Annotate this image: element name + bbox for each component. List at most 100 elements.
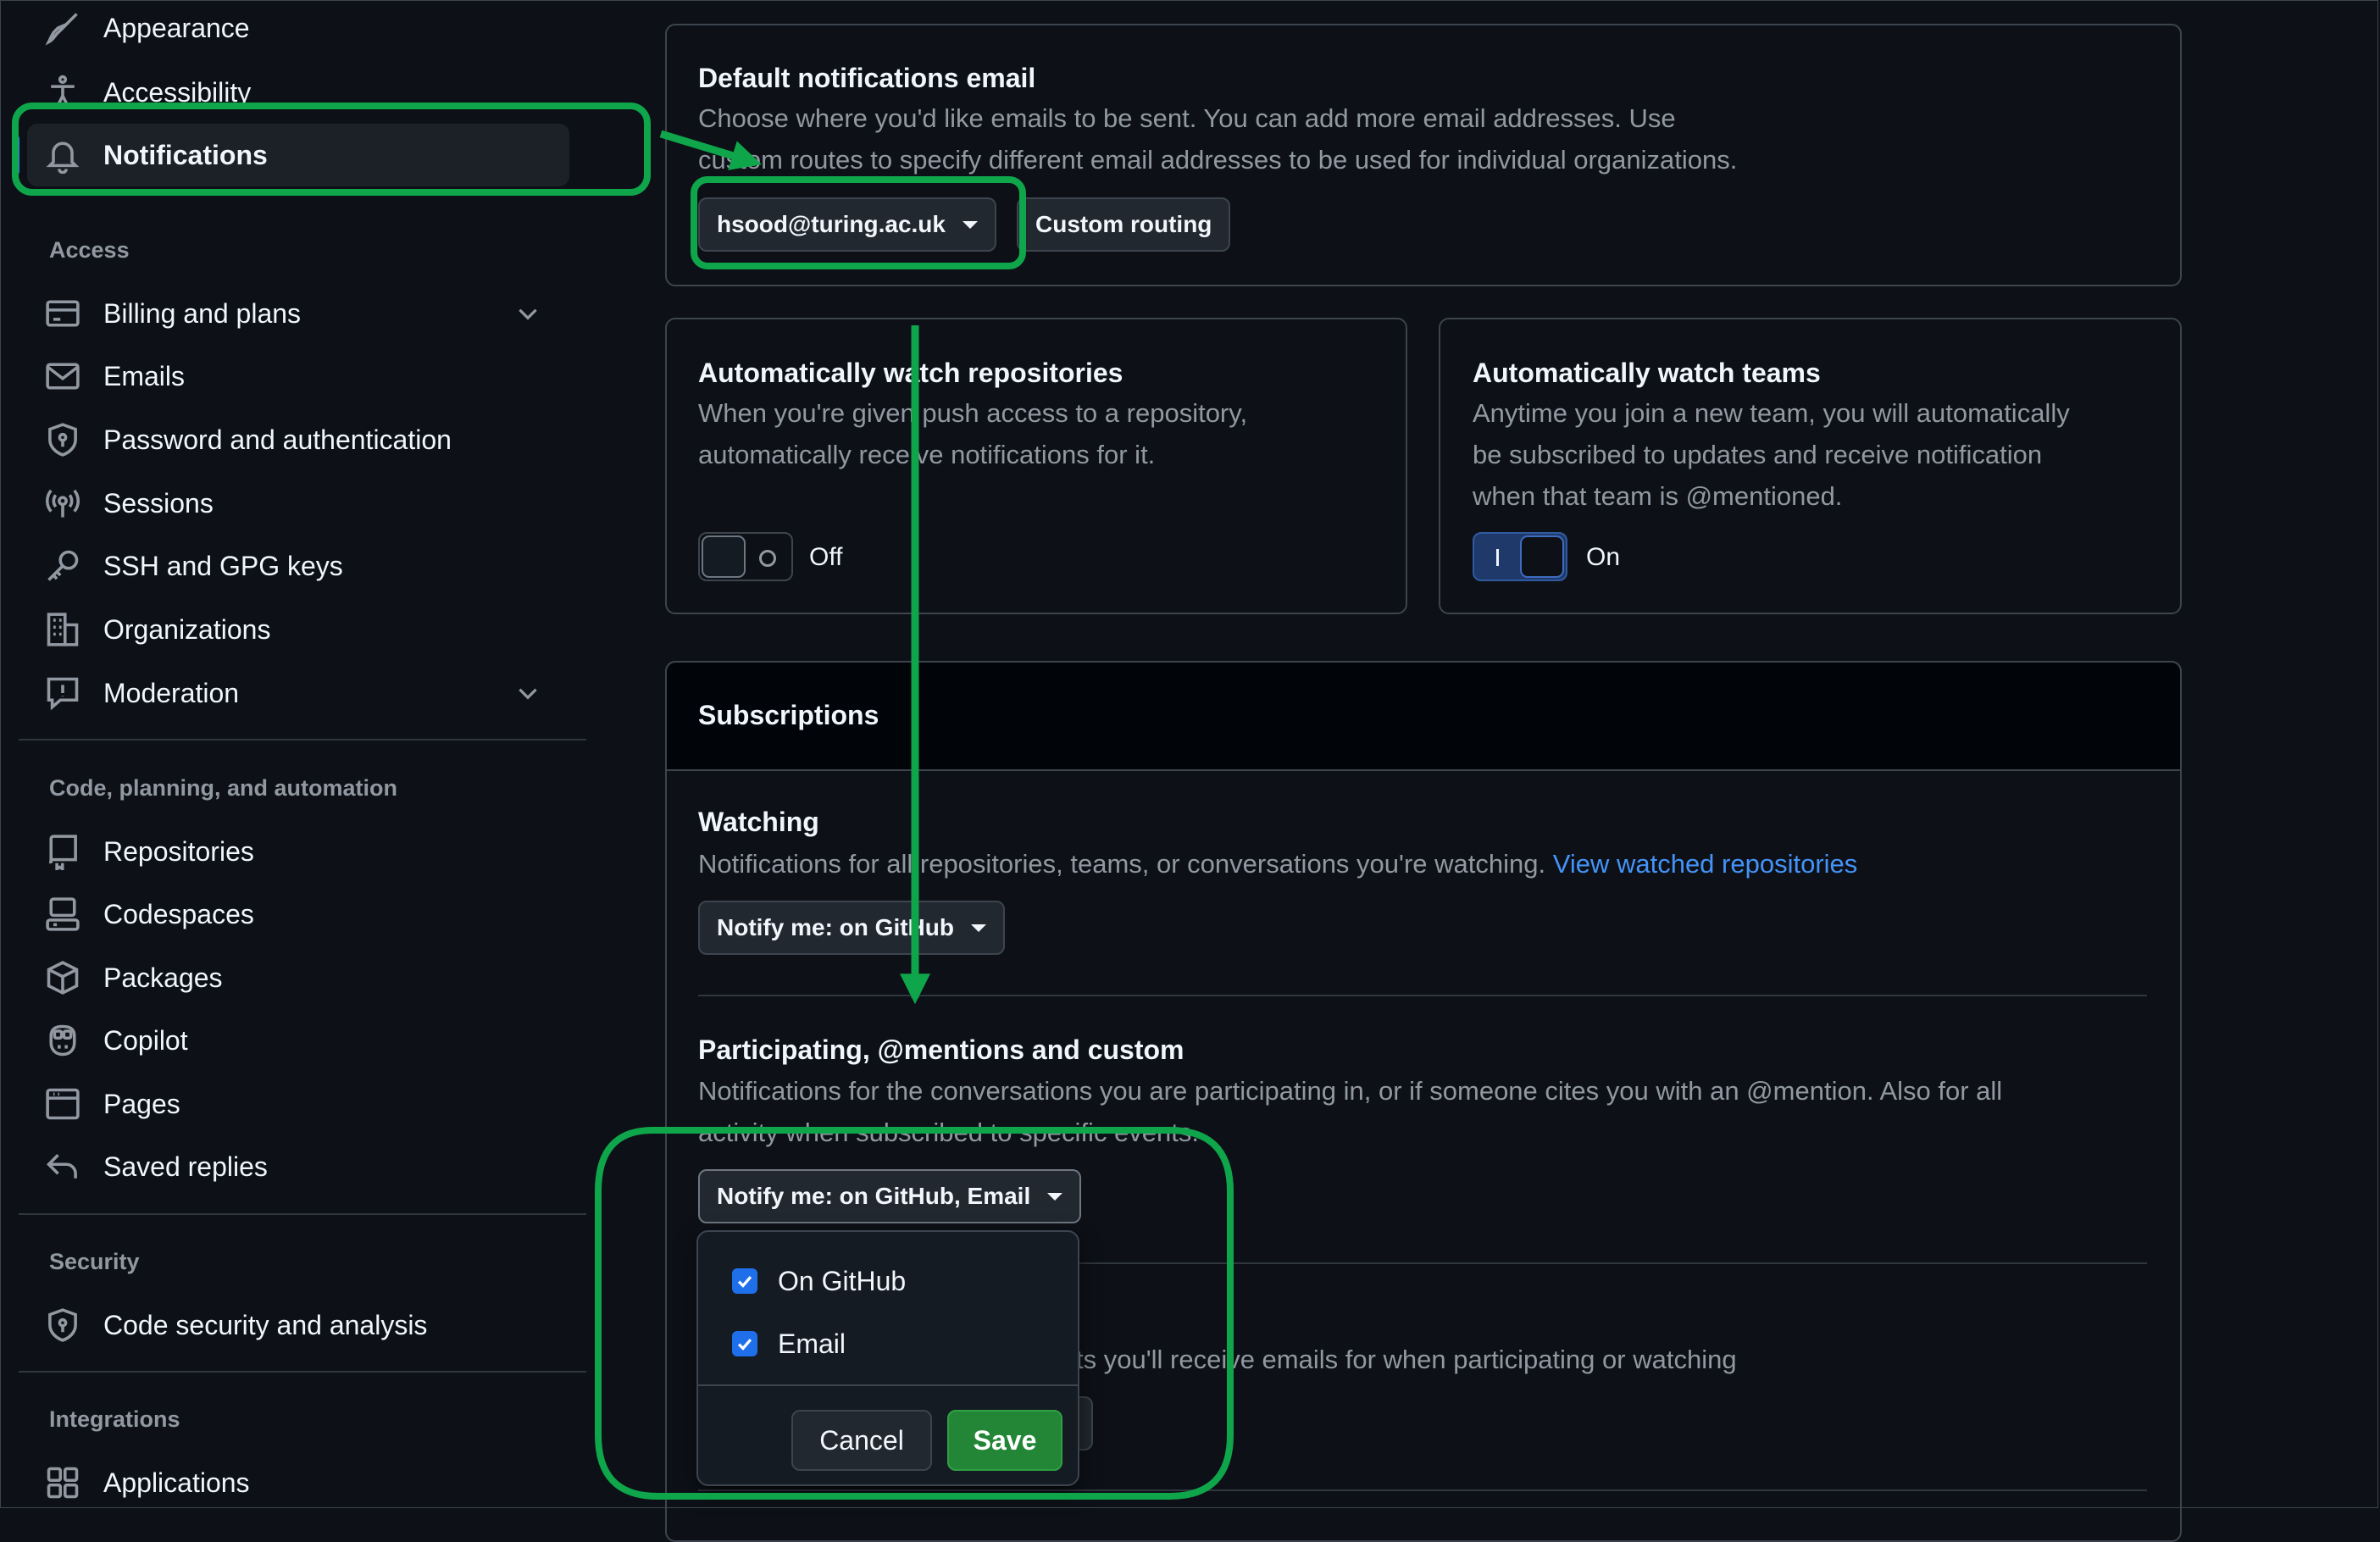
sidebar-item-label: Repositories: [103, 835, 254, 867]
sidebar-item-label: Pages: [103, 1088, 180, 1119]
sidebar-item-emails[interactable]: Emails: [27, 345, 569, 408]
cancel-button[interactable]: Cancel: [791, 1410, 932, 1471]
subscriptions-divider: [698, 1489, 2147, 1491]
default-email-description: Choose where you'd like emails to be sen…: [698, 103, 1738, 175]
watching-description: Notifications for all repositories, team…: [698, 849, 1858, 879]
watching-notify-select[interactable]: Notify me: on GitHub: [698, 901, 1005, 955]
sidebar-item-repositories[interactable]: Repositories: [27, 820, 569, 883]
sidebar-item-label: Billing and plans: [103, 297, 302, 329]
sidebar-divider: [19, 1371, 586, 1373]
sidebar-item-pages[interactable]: Pages: [27, 1073, 569, 1135]
sidebar-item-label: Sessions: [103, 487, 214, 519]
sidebar-item-packages[interactable]: Packages: [27, 946, 569, 1009]
section-heading-code: Code, planning, and automation: [49, 775, 397, 801]
shield-lock-icon: [44, 421, 81, 458]
participating-description: Notifications for the conversations you …: [698, 1076, 2003, 1147]
view-watched-repositories-link[interactable]: View watched repositories: [1553, 849, 1858, 879]
organization-icon: [44, 611, 81, 648]
sidebar-divider: [19, 1213, 586, 1215]
sidebar-item-label: Organizations: [103, 613, 271, 645]
sidebar-item-label: Applications: [103, 1467, 250, 1498]
triangle-down-icon: [962, 220, 978, 229]
sidebar-item-appearance[interactable]: Appearance: [27, 0, 569, 59]
sidebar-item-password[interactable]: Password and authentication: [27, 408, 569, 471]
section-heading-security: Security: [49, 1249, 140, 1274]
checkbox-checked-icon[interactable]: [732, 1331, 757, 1356]
section-heading-access: Access: [49, 237, 130, 263]
watching-title: Watching: [698, 807, 819, 837]
shield-check-icon: [44, 1306, 81, 1344]
sidebar-item-label: Moderation: [103, 677, 240, 708]
accessibility-icon: [44, 74, 81, 111]
section-heading-integrations: Integrations: [49, 1406, 180, 1432]
watch-repos-title: Automatically watch repositories: [698, 358, 1123, 388]
sidebar-item-label: Notifications: [103, 139, 268, 170]
subscriptions-header: [667, 663, 2180, 771]
package-icon: [44, 959, 81, 996]
sidebar-item-label: Code security and analysis: [103, 1309, 428, 1340]
sidebar-item-notifications[interactable]: Notifications: [14, 124, 569, 186]
sidebar-item-label: Codespaces: [103, 898, 254, 929]
subscriptions-title: Subscriptions: [698, 700, 879, 730]
option-on-github[interactable]: On GitHub: [732, 1262, 906, 1300]
email-events-description: ts you'll receive emails for when partic…: [1076, 1345, 1737, 1374]
sidebar-item-billing[interactable]: Billing and plans: [27, 282, 569, 345]
sidebar-item-moderation[interactable]: Moderation: [27, 662, 569, 724]
sidebar-item-label: Password and authentication: [103, 424, 452, 455]
triangle-down-icon: [1047, 1192, 1063, 1201]
option-email[interactable]: Email: [732, 1325, 846, 1362]
sidebar-item-label: Saved replies: [103, 1151, 268, 1182]
repo-icon: [44, 833, 81, 870]
checkbox-checked-icon[interactable]: [732, 1268, 757, 1294]
sidebar-item-sessions[interactable]: Sessions: [27, 472, 569, 535]
sidebar-divider: [19, 739, 586, 740]
menu-divider: [698, 1384, 1078, 1386]
chevron-down-icon[interactable]: [513, 679, 542, 707]
subscriptions-divider: [698, 995, 2147, 996]
sidebar-item-code-security[interactable]: Code security and analysis: [27, 1294, 569, 1356]
default-email-select[interactable]: hsood@turing.ac.uk: [698, 197, 996, 252]
chevron-down-icon[interactable]: [513, 299, 542, 328]
save-button[interactable]: Save: [947, 1410, 1062, 1471]
sidebar-item-organizations[interactable]: Organizations: [27, 598, 569, 661]
paintbrush-icon: [44, 9, 81, 47]
watch-repos-description: When you're given push access to a repos…: [698, 398, 1248, 469]
report-icon: [44, 674, 81, 712]
watch-teams-title: Automatically watch teams: [1473, 358, 1821, 388]
mail-icon: [44, 358, 81, 395]
watch-teams-state: On: [1586, 543, 1621, 571]
watch-teams-description: Anytime you join a new team, you will au…: [1473, 398, 2070, 511]
toggle-knob: [702, 535, 746, 578]
participating-title: Participating, @mentions and custom: [698, 1034, 1184, 1065]
triangle-down-icon: [970, 924, 986, 932]
bell-icon: [44, 136, 81, 174]
broadcast-icon: [44, 485, 81, 522]
sidebar-item-label: Appearance: [103, 12, 250, 43]
watch-teams-toggle[interactable]: [1473, 532, 1567, 581]
apps-icon: [44, 1464, 81, 1501]
sidebar-item-label: Packages: [103, 962, 223, 993]
settings-sidebar: Appearance Accessibility Notifications A…: [0, 0, 593, 1510]
sidebar-item-accessibility[interactable]: Accessibility: [27, 61, 569, 124]
notify-options-menu: On GitHub Email Cancel Save: [696, 1230, 1079, 1486]
sidebar-item-label: Emails: [103, 360, 186, 391]
sidebar-item-label: Copilot: [103, 1024, 188, 1056]
credit-card-icon: [44, 295, 81, 332]
copilot-icon: [44, 1022, 81, 1059]
codespaces-icon: [44, 896, 81, 933]
sidebar-item-applications[interactable]: Applications: [27, 1451, 569, 1514]
browser-icon: [44, 1085, 81, 1123]
participating-notify-select[interactable]: Notify me: on GitHub, Email: [698, 1169, 1082, 1223]
sidebar-item-saved-replies[interactable]: Saved replies: [27, 1135, 569, 1198]
watch-repos-toggle[interactable]: [698, 532, 793, 581]
key-icon: [44, 547, 81, 585]
sidebar-item-ssh-gpg[interactable]: SSH and GPG keys: [27, 535, 569, 597]
sidebar-item-copilot[interactable]: Copilot: [27, 1009, 569, 1072]
custom-routing-button[interactable]: Custom routing: [1017, 197, 1231, 252]
sidebar-item-label: Accessibility: [103, 76, 252, 108]
toggle-on-indicator: [1496, 549, 1499, 566]
sidebar-item-label: SSH and GPG keys: [103, 550, 343, 581]
reply-icon: [44, 1148, 81, 1185]
sidebar-item-codespaces[interactable]: Codespaces: [27, 883, 569, 946]
watch-repos-state: Off: [809, 543, 843, 571]
